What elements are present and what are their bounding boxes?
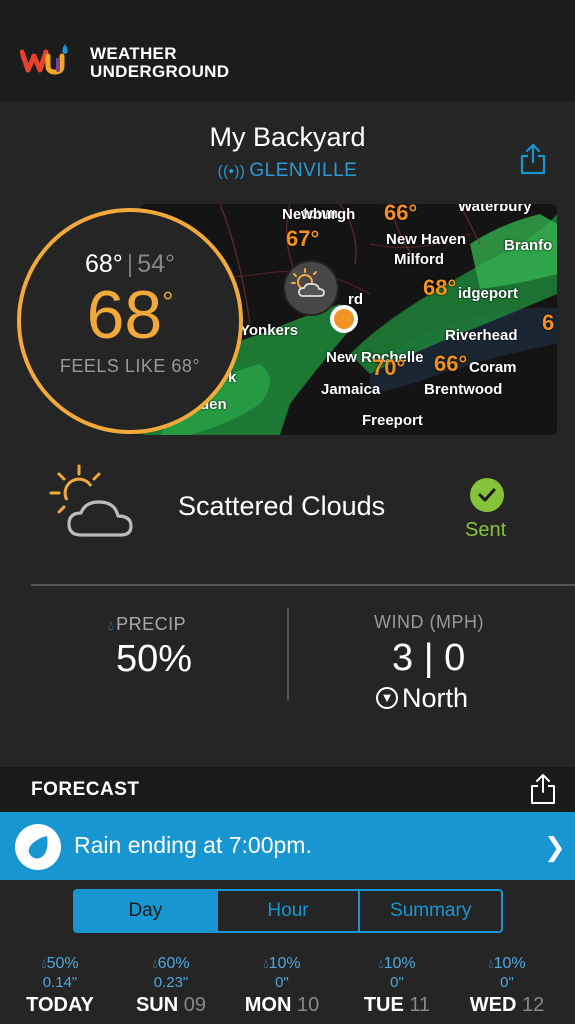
- precip-chance: 💧︎10%: [378, 955, 416, 972]
- forecast-title: FORECAST: [31, 779, 140, 800]
- wind-label: WIND (MPH): [374, 612, 484, 632]
- precip-amount: 0.23": [153, 974, 189, 991]
- checkmark-icon[interactable]: [470, 478, 504, 512]
- map-label: Newburgh: [282, 206, 356, 223]
- precip-chance: 💧︎60%: [152, 955, 190, 972]
- map-temp: 68°: [423, 275, 457, 300]
- forecast-day[interactable]: 💧︎10% 0" WED 12: [452, 955, 562, 1017]
- precip-chance: 💧︎50%: [41, 955, 79, 972]
- precip-amount: 0": [275, 974, 289, 991]
- condition-text: Scattered Clouds: [178, 491, 386, 521]
- map-temp: 6: [542, 310, 555, 335]
- rain-alert-banner[interactable]: Rain ending at 7:00pm. ❯: [0, 812, 575, 880]
- divider: [31, 584, 575, 586]
- wind-value: 3 | 0: [392, 637, 466, 679]
- day-name: TUE 11: [363, 994, 431, 1016]
- brand-name: WEATHER UNDERGROUND: [90, 44, 230, 81]
- stats-divider: [287, 608, 289, 700]
- current-temp: 68°: [21, 276, 239, 354]
- hi-lo-temps: 68° | 54°: [21, 250, 239, 279]
- map-label: Milford: [394, 251, 444, 268]
- map-label: Brentwood: [424, 381, 503, 398]
- day-name: WED 12: [469, 994, 545, 1016]
- map-label: idgeport: [458, 285, 518, 302]
- map-label: Coram: [469, 359, 517, 376]
- daily-forecast-list: 💧︎50% 0.14" TODAY 💧︎60% 0.23" SUN 09 💧︎1…: [0, 955, 575, 1024]
- day-name: MON 10: [244, 994, 320, 1016]
- forecast-tabs: Day Hour Summary: [73, 889, 503, 933]
- map-label: rd: [348, 291, 363, 308]
- wu-logo-icon: [20, 44, 68, 75]
- high-temp: 68°: [84, 250, 123, 278]
- day-name: TODAY: [26, 994, 94, 1016]
- map-label: Waterbury: [458, 204, 532, 215]
- low-temp: 54°: [137, 250, 176, 278]
- day-name: SUN 09: [135, 994, 207, 1016]
- wind-direction: ▼ North: [376, 683, 468, 714]
- hi-lo-separator: |: [126, 250, 134, 278]
- map-temp: 66°: [384, 204, 418, 225]
- tab-hour[interactable]: Hour: [218, 891, 361, 931]
- partly-cloudy-icon: [291, 268, 325, 297]
- forecast-day[interactable]: 💧︎10% 0" MON 10: [227, 955, 337, 1017]
- precip-amount: 0.14": [42, 974, 78, 991]
- wind-arrow-icon: ▼: [376, 686, 398, 709]
- rain-alert-text: Rain ending at 7:00pm.: [74, 832, 312, 858]
- map-label: Jamaica: [321, 381, 381, 398]
- map-temp: 67°: [286, 226, 320, 251]
- precip-chance: 💧︎10%: [488, 955, 526, 972]
- chevron-right-icon: ❯: [544, 832, 566, 862]
- station-signal-icon: ((•)): [217, 163, 246, 180]
- forecast-header: FORECAST: [0, 767, 575, 812]
- map-label: Freeport: [362, 412, 423, 429]
- map-label: Yonkers: [240, 322, 299, 339]
- map-temp: 66°: [434, 351, 468, 376]
- feels-like: FEELS LIKE 68°: [59, 356, 201, 376]
- forecast-day[interactable]: 💧︎50% 0.14" TODAY: [5, 955, 115, 1017]
- temperature-dial[interactable]: 68° | 54° 68° FEELS LIKE 68°: [17, 208, 243, 434]
- current-temp-value: 68: [86, 277, 163, 353]
- partly-cloudy-icon: [49, 464, 133, 537]
- share-icon[interactable]: [530, 773, 556, 805]
- map-temp: 70°: [372, 355, 406, 380]
- raindrop-icon: [15, 824, 61, 870]
- station-name[interactable]: ((•)) GLENVILLE: [0, 160, 575, 182]
- sent-label: Sent: [465, 519, 507, 541]
- tab-day[interactable]: Day: [75, 891, 218, 931]
- location-title[interactable]: My Backyard: [0, 122, 575, 153]
- current-location-marker: [330, 305, 358, 333]
- map-weather-pin[interactable]: [283, 260, 339, 316]
- forecast-day[interactable]: 💧︎60% 0.23" SUN 09: [116, 955, 226, 1017]
- map-label: New Haven: [386, 231, 467, 248]
- app-header: WEATHER UNDERGROUND: [0, 0, 575, 101]
- degree-symbol: °: [162, 286, 174, 317]
- precip-chance: 💧︎10%: [263, 955, 301, 972]
- map-label: Riverhead: [445, 327, 518, 344]
- precip-amount: 0": [390, 974, 404, 991]
- tab-summary[interactable]: Summary: [360, 891, 501, 931]
- precip-amount: 0": [500, 974, 514, 991]
- map-label: Branfo: [504, 237, 553, 254]
- forecast-day[interactable]: 💧︎10% 0" TUE 11: [342, 955, 452, 1017]
- precip-value: 50%: [116, 638, 193, 680]
- station-label: GLENVILLE: [249, 160, 358, 181]
- precip-label: 💧︎ PRECIP: [108, 614, 187, 634]
- share-icon[interactable]: [518, 142, 548, 176]
- raindrop-icon: 💧︎: [108, 617, 115, 633]
